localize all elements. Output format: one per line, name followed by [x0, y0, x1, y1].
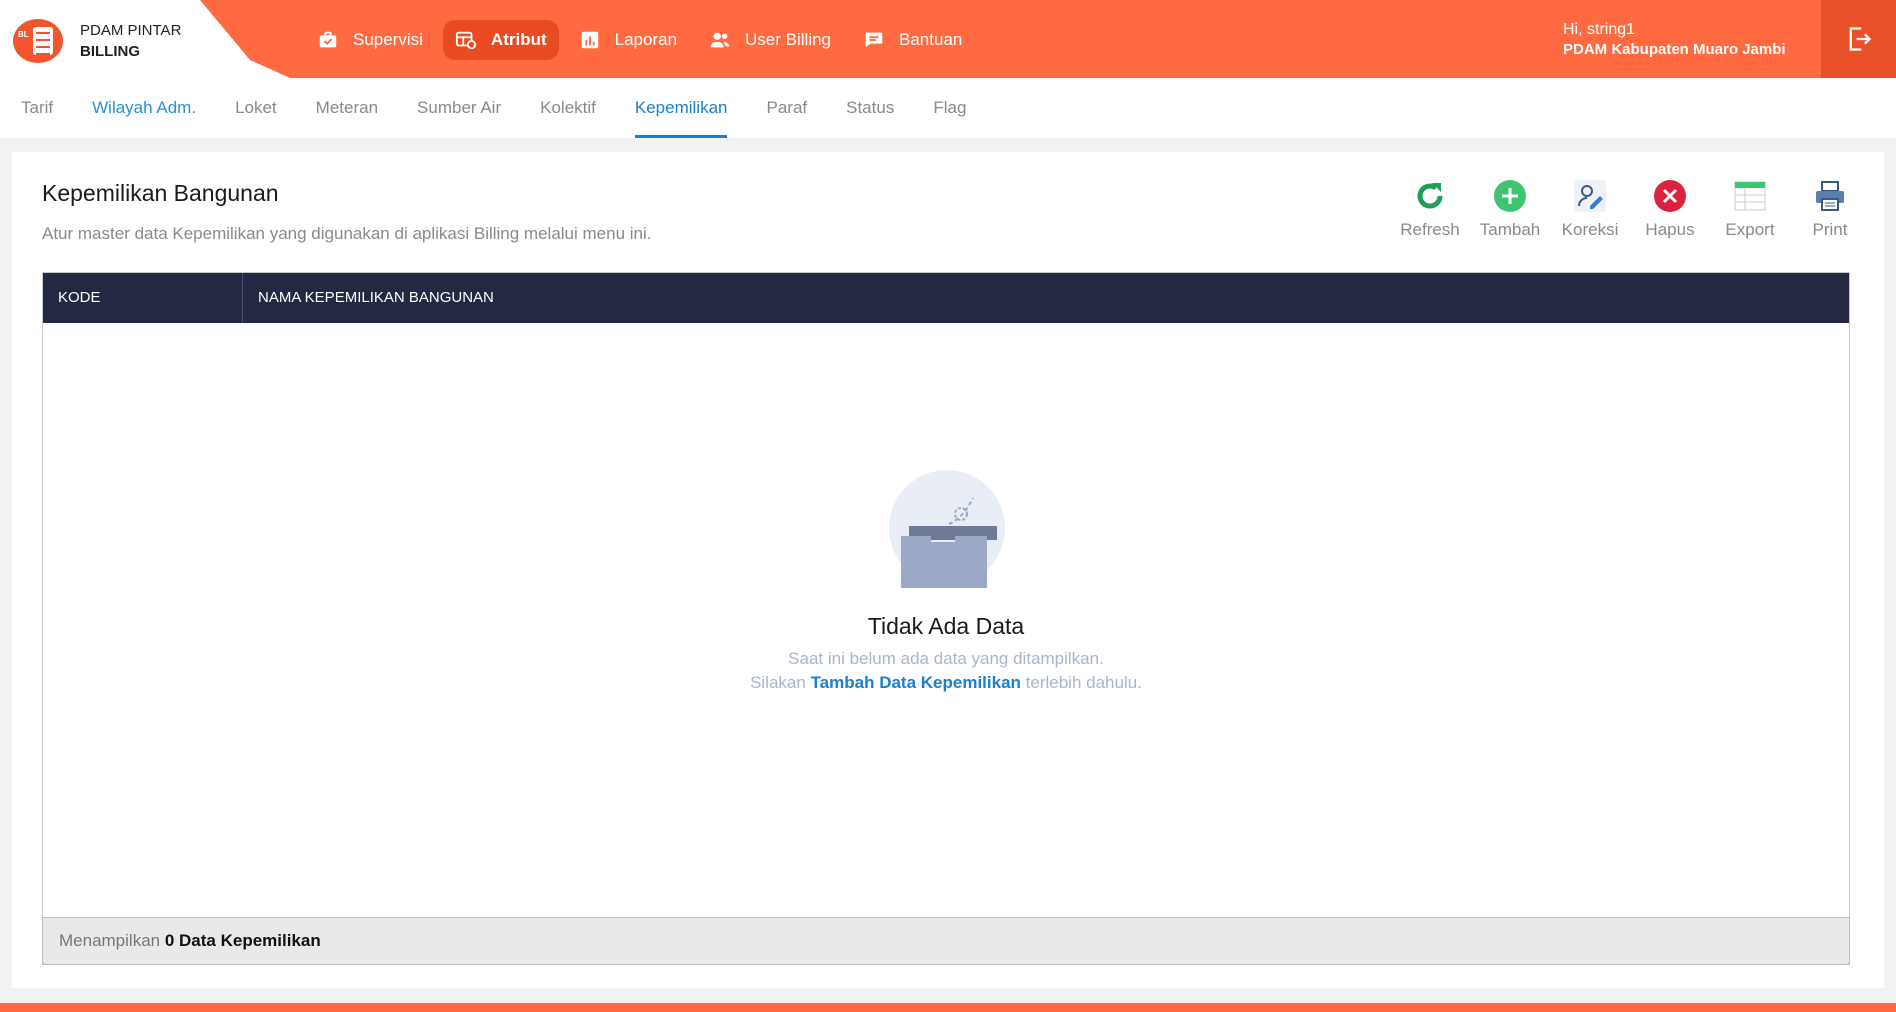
nav-label: Atribut [490, 30, 547, 49]
printer-icon [1816, 181, 1844, 211]
nav-label: User Billing [745, 30, 832, 49]
top-bar: BL PDAM PINTAR BILLING Supervisi Atribut… [0, 0, 1896, 78]
delete-icon [1654, 180, 1686, 212]
tab-status[interactable]: Status [846, 78, 894, 138]
koreksi-button[interactable]: Koreksi [1550, 178, 1630, 240]
chat-icon [865, 32, 883, 48]
users-icon [710, 32, 730, 48]
add-data-link[interactable]: Tambah Data Kepemilikan [811, 673, 1021, 692]
cta-prefix: Silakan [750, 673, 806, 692]
table-header: KODE NAMA KEPEMILIKAN BANGUNAN [43, 273, 1849, 323]
record-count: 0 Data Kepemilikan [164, 931, 321, 950]
footer-prefix: Menampilkan [59, 931, 161, 950]
refresh-label: Refresh [1400, 220, 1460, 239]
tab-kepemilikan[interactable]: Kepemilikan [634, 78, 727, 138]
print-button[interactable]: Print [1790, 178, 1870, 240]
main-nav: Supervisi Atribut Laporan User Billing B… [305, 20, 974, 60]
spreadsheet-icon [1734, 181, 1766, 211]
user-org: PDAM Kabupaten Muaro Jambi [1563, 41, 1786, 58]
table-footer: Menampilkan 0 Data Kepemilikan [42, 917, 1850, 965]
refresh-icon [1417, 183, 1443, 209]
empty-state: Tidak Ada Data Saat ini belum ada data y… [43, 323, 1849, 916]
toolbar: Refresh Tambah Koreksi Hapus Export Prin… [1390, 178, 1870, 240]
tab-paraf[interactable]: Paraf [766, 78, 807, 138]
bottom-strip [0, 1003, 1896, 1012]
brand-line2: BILLING [80, 43, 140, 60]
edit-user-icon [1574, 180, 1606, 212]
tab-wilayah-adm[interactable]: Wilayah Adm. [92, 78, 196, 138]
user-info: Hi, string1 PDAM Kabupaten Muaro Jambi [1563, 20, 1786, 60]
nav-label: Bantuan [899, 30, 963, 49]
add-icon [1494, 180, 1526, 212]
tab-tarif[interactable]: Tarif [21, 78, 53, 138]
table-settings-icon [455, 31, 477, 50]
sub-nav: Tarif Wilayah Adm. Loket Meteran Sumber … [0, 78, 1896, 138]
content-card: Kepemilikan Bangunan Atur master data Ke… [12, 152, 1884, 988]
hapus-label: Hapus [1645, 220, 1695, 239]
brand: BL PDAM PINTAR BILLING [0, 0, 290, 78]
tab-flag[interactable]: Flag [933, 78, 966, 138]
logout-button[interactable] [1821, 0, 1896, 78]
nav-supervisi[interactable]: Supervisi [305, 20, 435, 60]
hapus-button[interactable]: Hapus [1630, 178, 1710, 240]
cta-suffix: terlebih dahulu. [1025, 673, 1142, 692]
app-logo: BL [13, 19, 63, 63]
column-header-nama[interactable]: NAMA KEPEMILIKAN BANGUNAN [243, 273, 494, 323]
tab-meteran[interactable]: Meteran [316, 78, 378, 138]
tab-kolektif[interactable]: Kolektif [540, 78, 596, 138]
user-greeting: Hi, string1 [1563, 21, 1636, 38]
nav-atribut[interactable]: Atribut [442, 20, 559, 60]
koreksi-label: Koreksi [1561, 220, 1619, 239]
refresh-button[interactable]: Refresh [1390, 178, 1470, 240]
page-description: Atur master data Kepemilikan yang diguna… [42, 224, 652, 243]
brand-line1: PDAM PINTAR [80, 22, 182, 39]
bar-chart-icon [581, 31, 598, 49]
print-label: Print [1812, 220, 1848, 239]
page-title: Kepemilikan Bangunan [42, 180, 279, 206]
empty-cta: Silakan Tambah Data Kepemilikan terlebih… [43, 673, 1849, 693]
nav-laporan[interactable]: Laporan [567, 20, 689, 60]
empty-inbox-icon [889, 470, 1005, 588]
nav-label: Laporan [614, 30, 678, 49]
tambah-label: Tambah [1479, 220, 1541, 239]
nav-bantuan[interactable]: Bantuan [851, 20, 974, 60]
logo-text: BL [18, 30, 29, 39]
export-button[interactable]: Export [1710, 178, 1790, 240]
tab-sumber-air[interactable]: Sumber Air [417, 78, 501, 138]
tab-loket[interactable]: Loket [235, 78, 277, 138]
empty-subtitle: Saat ini belum ada data yang ditampilkan… [788, 649, 1104, 668]
briefcase-icon [319, 31, 337, 48]
column-header-kode[interactable]: KODE [43, 273, 243, 323]
tambah-button[interactable]: Tambah [1470, 178, 1550, 240]
nav-user-billing[interactable]: User Billing [697, 20, 843, 60]
empty-title: Tidak Ada Data [867, 613, 1025, 639]
data-table: KODE NAMA KEPEMILIKAN BANGUNAN Tidak Ada… [42, 272, 1850, 965]
nav-label: Supervisi [353, 30, 423, 49]
export-label: Export [1725, 220, 1775, 239]
logout-icon [1849, 27, 1871, 51]
